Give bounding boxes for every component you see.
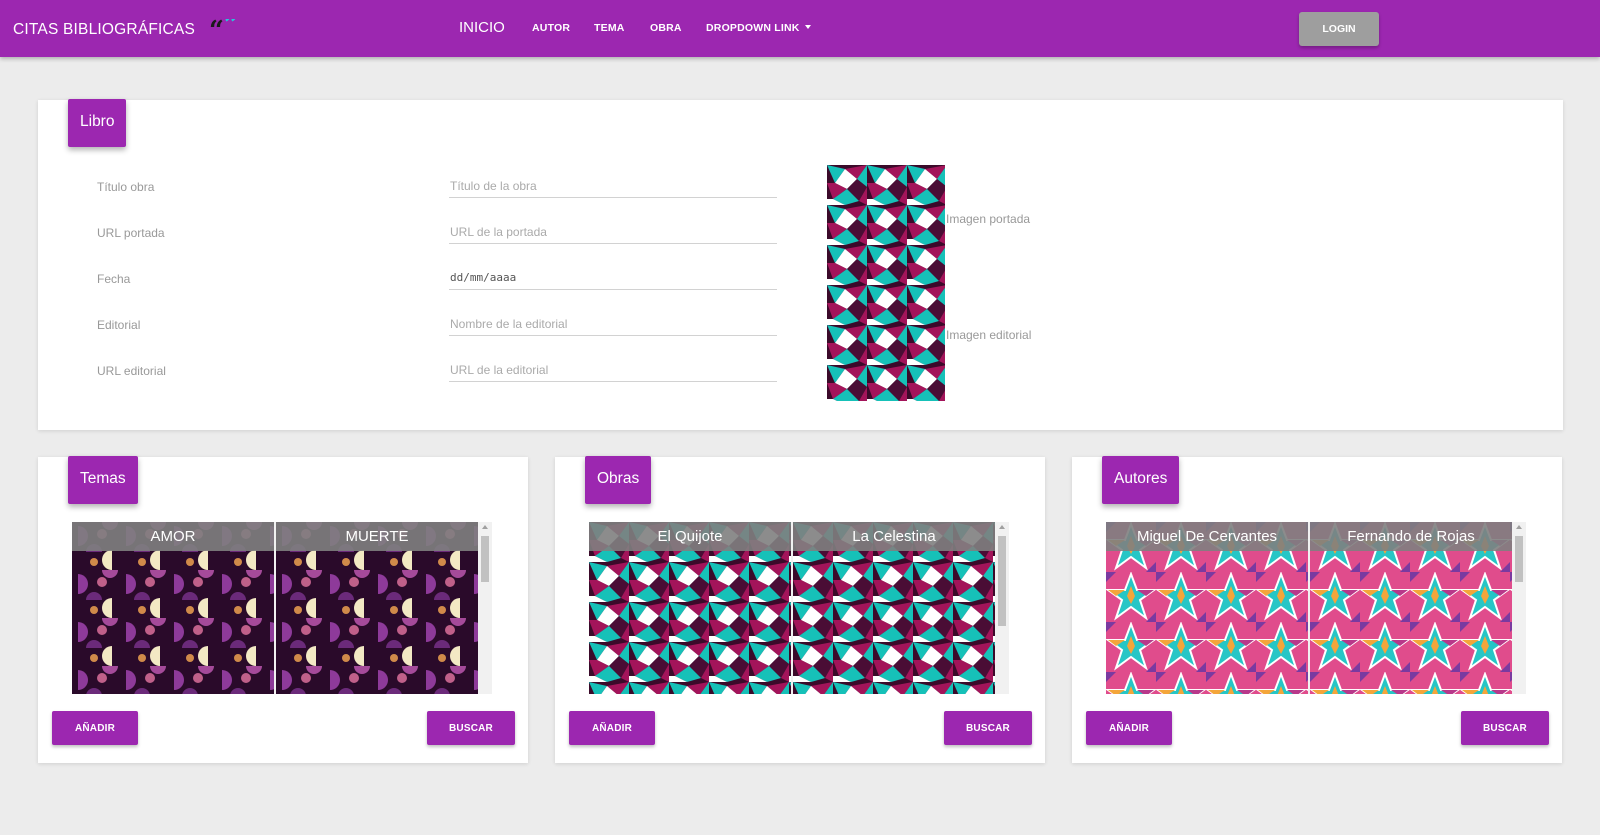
obras-scrollbar[interactable] [995, 522, 1009, 694]
nav-tema[interactable]: TEMA [594, 22, 625, 34]
temas-search-button[interactable]: BUSCAR [427, 711, 515, 745]
editorial-label: Editorial [97, 318, 141, 332]
brand[interactable]: CITAS BIBLIOGRÁFICAS “ ” [13, 10, 245, 46]
login-button[interactable]: LOGIN [1299, 12, 1379, 46]
autores-header: Autores [1102, 456, 1180, 504]
scroll-up-icon[interactable] [999, 525, 1005, 529]
obras-add-button[interactable]: AÑADIR [569, 711, 655, 745]
imagen-portada-label: Imagen portada [946, 212, 1031, 226]
autores-gallery[interactable]: Miguel De Cervantes Fernando de Rojas [1106, 522, 1526, 694]
url-portada-input[interactable] [449, 220, 777, 244]
url-portada-label: URL portada [97, 226, 165, 240]
nav-dropdown-label: DROPDOWN LINK [706, 22, 800, 34]
url-editorial-label: URL editorial [97, 364, 166, 378]
scroll-up-icon[interactable] [482, 525, 488, 529]
autor-tile-rojas[interactable]: Fernando de Rojas [1310, 522, 1512, 694]
editorial-input[interactable] [449, 312, 777, 336]
titulo-input[interactable] [449, 174, 777, 198]
top-navbar: CITAS BIBLIOGRÁFICAS “ ” INICIO AUTOR TE… [0, 0, 1600, 57]
nav-obra[interactable]: OBRA [650, 22, 682, 34]
svg-text:“: “ [209, 19, 224, 41]
fecha-label: Fecha [97, 272, 131, 286]
obras-scroll-thumb[interactable] [998, 536, 1006, 626]
obras-search-button[interactable]: BUSCAR [944, 711, 1032, 745]
autores-scrollbar[interactable] [1512, 522, 1526, 694]
brand-title: CITAS BIBLIOGRÁFICAS [13, 21, 196, 38]
temas-scroll-thumb[interactable] [481, 536, 489, 582]
autor-title-cervantes: Miguel De Cervantes [1106, 522, 1308, 551]
fecha-input[interactable] [449, 266, 777, 290]
nav-inicio[interactable]: INICIO [459, 19, 505, 36]
temas-add-button[interactable]: AÑADIR [52, 711, 138, 745]
libro-card: Libro Título obra URL portada Fecha Edit… [38, 99, 1563, 430]
tema-title-muerte: MUERTE [276, 522, 478, 551]
nav-dropdown[interactable]: DROPDOWN LINK [706, 22, 811, 34]
titulo-label: Título obra [97, 180, 155, 194]
obras-header: Obras [585, 456, 652, 504]
autores-add-button[interactable]: AÑADIR [1086, 711, 1172, 745]
svg-text:”: ” [224, 19, 239, 40]
autores-card: Autores Miguel De Cervantes Fernando de … [1072, 456, 1562, 763]
temas-header: Temas [68, 456, 138, 504]
caret-down-icon [804, 25, 811, 29]
obra-title-quijote: El Quijote [589, 522, 791, 551]
autor-title-rojas: Fernando de Rojas [1310, 522, 1512, 551]
obras-card: Obras El Quijote La Celestina AÑADIR BUS… [555, 456, 1045, 763]
tema-tile-amor[interactable]: AMOR [72, 522, 274, 694]
cover-image [827, 165, 945, 401]
obra-title-celestina: La Celestina [793, 522, 995, 551]
libro-header: Libro [68, 99, 127, 147]
temas-scrollbar[interactable] [478, 522, 492, 694]
tema-tile-muerte[interactable]: MUERTE [276, 522, 478, 694]
quote-icon: “ ” [209, 10, 245, 46]
nav-autor[interactable]: AUTOR [532, 22, 570, 34]
obra-tile-quijote[interactable]: El Quijote [589, 522, 791, 694]
url-editorial-input[interactable] [449, 358, 777, 382]
temas-card: Temas AMOR MUERTE AÑADIR BUSCAR [38, 456, 528, 763]
tema-title-amor: AMOR [72, 522, 274, 551]
autor-tile-cervantes[interactable]: Miguel De Cervantes [1106, 522, 1308, 694]
imagen-editorial-label: Imagen editorial [946, 328, 1032, 342]
obra-tile-celestina[interactable]: La Celestina [793, 522, 995, 694]
scroll-up-icon[interactable] [1516, 525, 1522, 529]
autores-scroll-thumb[interactable] [1515, 536, 1523, 582]
autores-search-button[interactable]: BUSCAR [1461, 711, 1549, 745]
temas-gallery[interactable]: AMOR MUERTE [72, 522, 492, 694]
obras-gallery[interactable]: El Quijote La Celestina [589, 522, 1009, 694]
